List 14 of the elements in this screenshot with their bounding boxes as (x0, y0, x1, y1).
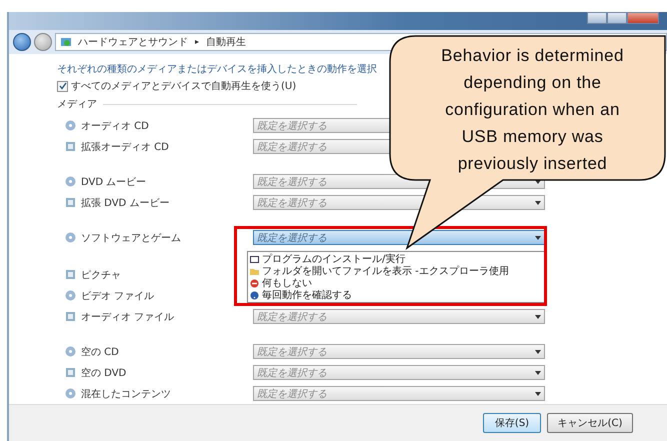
media-label: ピクチャ (81, 268, 122, 282)
media-label: オーディオ ファイル (81, 310, 176, 324)
media-label: 空の CD (81, 346, 120, 358)
media-label: 拡張オーディオ CD (81, 140, 170, 154)
instruction-text: それぞれの種類のメディアまたはデバイスを挿入したときの動作を選択 (57, 63, 377, 77)
media-label: DVD ムービー (81, 176, 148, 188)
media-label: 拡張 DVD ムービー (81, 196, 170, 210)
media-label: 空の DVD (81, 366, 128, 380)
checkbox-label: すべてのメディアとデバイスで自動再生を使う(U) (71, 80, 296, 93)
media-label: ソフトウェアとゲーム (81, 232, 182, 244)
media-label: オーディオ CD (81, 120, 150, 132)
section-heading: メディア (57, 98, 97, 111)
media-label: 混在したコンテンツ (81, 388, 172, 400)
media-label: ビデオ ファイル (81, 290, 156, 302)
